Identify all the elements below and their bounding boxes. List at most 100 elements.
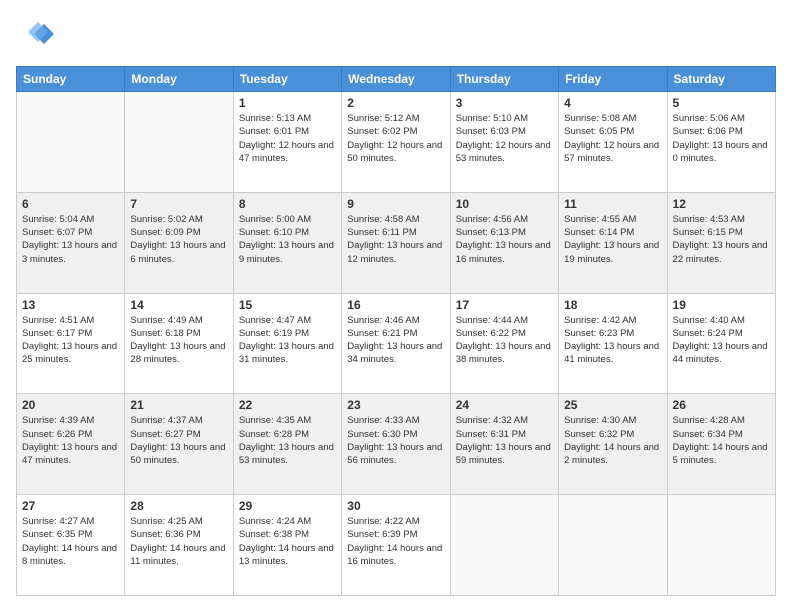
day-number: 7 <box>130 197 227 211</box>
calendar-day-cell: 17 Sunrise: 4:44 AM Sunset: 6:22 PM Dayli… <box>450 293 558 394</box>
calendar-day-cell: 3 Sunrise: 5:10 AM Sunset: 6:03 PM Daylig… <box>450 92 558 193</box>
day-info: Sunrise: 4:22 AM Sunset: 6:39 PM Dayligh… <box>347 515 444 568</box>
day-number: 30 <box>347 499 444 513</box>
day-number: 14 <box>130 298 227 312</box>
calendar-day-cell: 14Sunrise: 4:49 AM Sunset: 6:18 PM Dayli… <box>125 293 233 394</box>
day-info: Sunrise: 5:02 AM Sunset: 6:09 PM Dayligh… <box>130 213 227 266</box>
day-info: Sunrise: 5:00 AM Sunset: 6:10 PM Dayligh… <box>239 213 336 266</box>
logo <box>16 16 56 56</box>
calendar-day-cell: 13 Sunrise: 4:51 AM Sunset: 6:17 PM Dayli… <box>17 293 125 394</box>
calendar-day-cell: 2 Sunrise: 5:12 AM Sunset: 6:02 PM Daylig… <box>342 92 450 193</box>
day-info: Sunrise: 5:04 AM Sunset: 6:07 PM Dayligh… <box>22 213 119 266</box>
day-number: 11 <box>564 197 661 211</box>
calendar-day-header: Monday <box>125 67 233 92</box>
day-info: Sunrise: 4:30 AM Sunset: 6:32 PM Dayligh… <box>564 414 661 467</box>
day-number: 19 <box>673 298 770 312</box>
calendar-day-cell <box>125 92 233 193</box>
calendar-day-cell: 22 Sunrise: 4:35 AM Sunset: 6:28 PM Dayli… <box>233 394 341 495</box>
logo-icon <box>16 16 56 56</box>
day-number: 3 <box>456 96 553 110</box>
calendar-week-row: 20 Sunrise: 4:39 AM Sunset: 6:26 PM Dayli… <box>17 394 776 495</box>
calendar-week-row: 1 Sunrise: 5:13 AM Sunset: 6:01 PM Daylig… <box>17 92 776 193</box>
day-number: 10 <box>456 197 553 211</box>
day-info: Sunrise: 4:42 AM Sunset: 6:23 PM Dayligh… <box>564 314 661 367</box>
day-number: 22 <box>239 398 336 412</box>
calendar-week-row: 27Sunrise: 4:27 AM Sunset: 6:35 PM Dayli… <box>17 495 776 596</box>
day-number: 4 <box>564 96 661 110</box>
day-info: Sunrise: 4:24 AM Sunset: 6:38 PM Dayligh… <box>239 515 336 568</box>
day-info: Sunrise: 5:13 AM Sunset: 6:01 PM Dayligh… <box>239 112 336 165</box>
day-number: 5 <box>673 96 770 110</box>
day-number: 8 <box>239 197 336 211</box>
day-info: Sunrise: 4:46 AM Sunset: 6:21 PM Dayligh… <box>347 314 444 367</box>
day-info: Sunrise: 4:47 AM Sunset: 6:19 PM Dayligh… <box>239 314 336 367</box>
calendar-day-cell: 20 Sunrise: 4:39 AM Sunset: 6:26 PM Dayli… <box>17 394 125 495</box>
calendar-day-cell: 29 Sunrise: 4:24 AM Sunset: 6:38 PM Dayli… <box>233 495 341 596</box>
day-number: 9 <box>347 197 444 211</box>
calendar-day-cell: 6 Sunrise: 5:04 AM Sunset: 6:07 PM Daylig… <box>17 192 125 293</box>
calendar-day-cell: 7 Sunrise: 5:02 AM Sunset: 6:09 PM Daylig… <box>125 192 233 293</box>
day-number: 15 <box>239 298 336 312</box>
day-number: 26 <box>673 398 770 412</box>
calendar-day-cell <box>667 495 775 596</box>
day-number: 28 <box>130 499 227 513</box>
day-info: Sunrise: 4:35 AM Sunset: 6:28 PM Dayligh… <box>239 414 336 467</box>
day-number: 27 <box>22 499 119 513</box>
day-info: Sunrise: 5:12 AM Sunset: 6:02 PM Dayligh… <box>347 112 444 165</box>
calendar-day-cell: 19 Sunrise: 4:40 AM Sunset: 6:24 PM Dayli… <box>667 293 775 394</box>
day-info: Sunrise: 5:08 AM Sunset: 6:05 PM Dayligh… <box>564 112 661 165</box>
day-info: Sunrise: 4:39 AM Sunset: 6:26 PM Dayligh… <box>22 414 119 467</box>
calendar-table: SundayMondayTuesdayWednesdayThursdayFrid… <box>16 66 776 596</box>
day-info: Sunrise: 5:06 AM Sunset: 6:06 PM Dayligh… <box>673 112 770 165</box>
calendar-day-cell <box>559 495 667 596</box>
calendar-day-cell <box>450 495 558 596</box>
calendar-day-cell <box>17 92 125 193</box>
calendar-day-cell: 21 Sunrise: 4:37 AM Sunset: 6:27 PM Dayli… <box>125 394 233 495</box>
calendar-day-cell: 25 Sunrise: 4:30 AM Sunset: 6:32 PM Dayli… <box>559 394 667 495</box>
calendar-day-header: Sunday <box>17 67 125 92</box>
day-number: 20 <box>22 398 119 412</box>
day-number: 1 <box>239 96 336 110</box>
calendar-day-header: Thursday <box>450 67 558 92</box>
page: SundayMondayTuesdayWednesdayThursdayFrid… <box>0 0 792 612</box>
day-number: 21 <box>130 398 227 412</box>
calendar-week-row: 6 Sunrise: 5:04 AM Sunset: 6:07 PM Daylig… <box>17 192 776 293</box>
calendar-day-cell: 4 Sunrise: 5:08 AM Sunset: 6:05 PM Daylig… <box>559 92 667 193</box>
calendar-day-cell: 5 Sunrise: 5:06 AM Sunset: 6:06 PM Daylig… <box>667 92 775 193</box>
day-info: Sunrise: 4:44 AM Sunset: 6:22 PM Dayligh… <box>456 314 553 367</box>
calendar-day-cell: 18Sunrise: 4:42 AM Sunset: 6:23 PM Dayli… <box>559 293 667 394</box>
day-number: 25 <box>564 398 661 412</box>
calendar-day-cell: 30 Sunrise: 4:22 AM Sunset: 6:39 PM Dayli… <box>342 495 450 596</box>
day-info: Sunrise: 4:37 AM Sunset: 6:27 PM Dayligh… <box>130 414 227 467</box>
day-number: 23 <box>347 398 444 412</box>
day-info: Sunrise: 4:32 AM Sunset: 6:31 PM Dayligh… <box>456 414 553 467</box>
day-number: 16 <box>347 298 444 312</box>
calendar-day-cell: 15 Sunrise: 4:47 AM Sunset: 6:19 PM Dayli… <box>233 293 341 394</box>
day-number: 24 <box>456 398 553 412</box>
day-info: Sunrise: 4:58 AM Sunset: 6:11 PM Dayligh… <box>347 213 444 266</box>
day-info: Sunrise: 4:55 AM Sunset: 6:14 PM Dayligh… <box>564 213 661 266</box>
day-number: 6 <box>22 197 119 211</box>
day-info: Sunrise: 4:53 AM Sunset: 6:15 PM Dayligh… <box>673 213 770 266</box>
calendar-day-cell: 8 Sunrise: 5:00 AM Sunset: 6:10 PM Daylig… <box>233 192 341 293</box>
day-number: 17 <box>456 298 553 312</box>
day-info: Sunrise: 4:51 AM Sunset: 6:17 PM Dayligh… <box>22 314 119 367</box>
calendar-day-header: Tuesday <box>233 67 341 92</box>
calendar-day-header: Friday <box>559 67 667 92</box>
calendar-day-header: Wednesday <box>342 67 450 92</box>
day-info: Sunrise: 4:28 AM Sunset: 6:34 PM Dayligh… <box>673 414 770 467</box>
calendar-day-cell: 16 Sunrise: 4:46 AM Sunset: 6:21 PM Dayli… <box>342 293 450 394</box>
calendar-day-header: Saturday <box>667 67 775 92</box>
day-number: 29 <box>239 499 336 513</box>
day-number: 2 <box>347 96 444 110</box>
day-number: 12 <box>673 197 770 211</box>
day-info: Sunrise: 5:10 AM Sunset: 6:03 PM Dayligh… <box>456 112 553 165</box>
calendar-day-cell: 12 Sunrise: 4:53 AM Sunset: 6:15 PM Dayli… <box>667 192 775 293</box>
calendar-week-row: 13 Sunrise: 4:51 AM Sunset: 6:17 PM Dayli… <box>17 293 776 394</box>
calendar-day-cell: 26 Sunrise: 4:28 AM Sunset: 6:34 PM Dayli… <box>667 394 775 495</box>
calendar-day-cell: 9 Sunrise: 4:58 AM Sunset: 6:11 PM Daylig… <box>342 192 450 293</box>
calendar-day-cell: 10Sunrise: 4:56 AM Sunset: 6:13 PM Dayli… <box>450 192 558 293</box>
day-info: Sunrise: 4:40 AM Sunset: 6:24 PM Dayligh… <box>673 314 770 367</box>
calendar-day-cell: 1 Sunrise: 5:13 AM Sunset: 6:01 PM Daylig… <box>233 92 341 193</box>
day-number: 13 <box>22 298 119 312</box>
